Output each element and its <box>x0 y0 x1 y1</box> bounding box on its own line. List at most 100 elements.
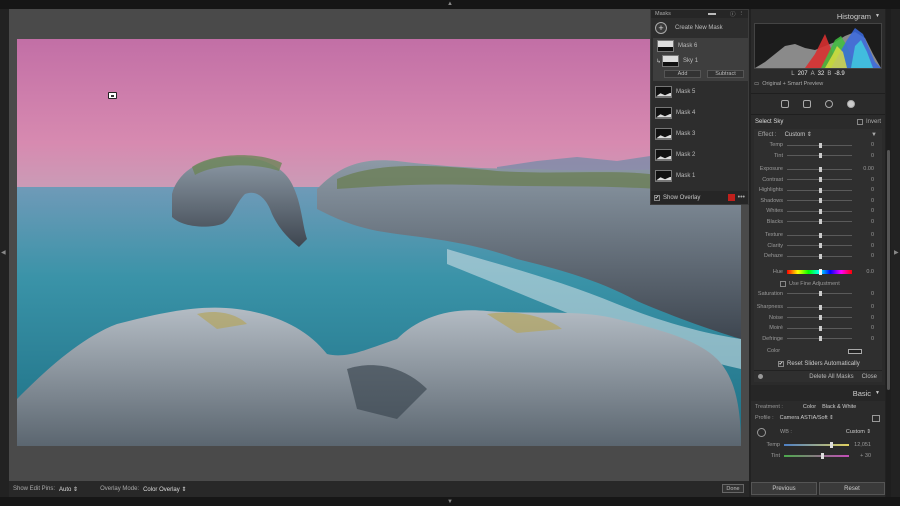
slider-value[interactable]: 0 <box>852 198 874 204</box>
slider-track[interactable] <box>787 304 852 310</box>
profile-browser-icon[interactable] <box>872 414 880 422</box>
color-swatch[interactable] <box>848 348 862 354</box>
photo-image[interactable] <box>17 39 741 446</box>
slider-track[interactable] <box>787 291 852 297</box>
mask-item-6[interactable]: Mask 6 <box>653 38 748 54</box>
collapse-icon[interactable] <box>707 13 716 15</box>
overlay-mode-dropdown[interactable]: Color Overlay ⇕ <box>143 486 186 493</box>
slider-track[interactable] <box>787 166 852 172</box>
slider-saturation[interactable]: Saturation 0 <box>754 289 882 300</box>
slider-shadows[interactable]: Shadows 0 <box>754 196 882 207</box>
slider-knob[interactable] <box>819 243 822 249</box>
slider-knob[interactable] <box>819 336 822 342</box>
slider-track[interactable] <box>787 325 852 331</box>
slider-defringe[interactable]: Defringe 0 <box>754 334 882 345</box>
fine-adjustment-checkbox[interactable] <box>780 280 786 287</box>
help-icon[interactable]: ⓘ <box>730 10 736 18</box>
slider-value[interactable]: 0 <box>852 243 874 249</box>
slider-value[interactable]: 0 <box>852 325 874 331</box>
slider-tint[interactable]: Tint 0 <box>754 151 882 162</box>
slider-track[interactable] <box>787 177 852 183</box>
create-new-mask-button[interactable]: + Create New Mask <box>651 18 748 38</box>
slider-track[interactable] <box>787 336 852 342</box>
slider-knob[interactable] <box>819 232 822 238</box>
histogram-header[interactable]: Histogram ▼ <box>751 9 885 23</box>
masks-panel-header[interactable]: Masks ⓘ ⋮ <box>651 10 748 18</box>
slider-knob[interactable] <box>819 153 822 159</box>
slider-track[interactable] <box>787 243 852 249</box>
slider-exposure[interactable]: Exposure 0.00 <box>754 164 882 175</box>
bottom-panel-arrow-icon[interactable]: ▼ <box>447 499 453 505</box>
slider-knob[interactable] <box>819 304 822 310</box>
delete-all-masks-button[interactable]: Delete All Masks <box>809 374 853 380</box>
filmstrip-strip[interactable]: ▼ <box>0 497 900 506</box>
slider-track[interactable] <box>787 153 852 159</box>
slider-value[interactable]: 0 <box>852 142 874 148</box>
wb-dropdown[interactable]: Custom ⇕ <box>846 429 871 435</box>
profile-dropdown[interactable]: Camera ASTIA/Soft ⇕ <box>780 415 834 421</box>
slider-knob[interactable] <box>819 208 822 214</box>
histogram-chart[interactable] <box>754 23 882 69</box>
slider-value[interactable]: 0 <box>852 208 874 214</box>
left-panel-arrow-icon[interactable]: ◀ <box>1 250 6 256</box>
slider-noise[interactable]: Noise 0 <box>754 313 882 324</box>
overlay-color-swatch[interactable] <box>727 194 735 201</box>
slider-track[interactable] <box>787 198 852 204</box>
slider-contrast[interactable]: Contrast 0 <box>754 175 882 186</box>
healing-brush-icon[interactable] <box>803 100 811 108</box>
treatment-bw-option[interactable]: Black & White <box>822 404 856 410</box>
slider-value[interactable]: 0 <box>852 304 874 310</box>
slider-knob[interactable] <box>819 177 822 183</box>
slider-track[interactable] <box>787 315 852 321</box>
top-panel-strip[interactable]: ▲ <box>0 0 900 9</box>
slider-value[interactable]: 0 <box>852 153 874 159</box>
slider-knob[interactable] <box>819 198 822 204</box>
right-panel-arrow-icon[interactable]: ▶ <box>894 250 899 256</box>
slider-track[interactable] <box>787 219 852 225</box>
mask-item-1[interactable]: Mask 1 <box>651 165 748 186</box>
slider-value[interactable]: 12,051 <box>849 442 871 448</box>
slider-track[interactable] <box>787 253 852 259</box>
slider-value[interactable]: 0 <box>852 315 874 321</box>
slider-knob[interactable] <box>819 291 822 297</box>
slider-temp[interactable]: Temp 0 <box>754 140 882 151</box>
hue-track[interactable] <box>787 268 852 275</box>
slider-value[interactable]: + 30 <box>849 453 871 459</box>
top-panel-arrow-icon[interactable]: ▲ <box>447 1 453 7</box>
treatment-color-option[interactable]: Color <box>803 404 816 410</box>
slider-knob[interactable] <box>819 325 822 331</box>
slider-track[interactable] <box>787 142 852 148</box>
slider-value[interactable]: 0.0 <box>852 269 874 275</box>
red-eye-icon[interactable] <box>825 100 833 108</box>
slider-highlights[interactable]: Highlights 0 <box>754 185 882 196</box>
slider-value[interactable]: 0 <box>852 232 874 238</box>
slider-value[interactable]: 0 <box>852 187 874 193</box>
mask-item-3[interactable]: Mask 3 <box>651 123 748 144</box>
slider-track[interactable] <box>787 187 852 193</box>
slider-value[interactable]: 0 <box>852 219 874 225</box>
reset-sliders-checkbox[interactable]: ✔ <box>778 361 784 367</box>
slider-knob[interactable] <box>830 442 833 449</box>
basic-slider-tint[interactable]: Tint + 30 <box>751 451 885 462</box>
slider-knob[interactable] <box>819 142 822 148</box>
effect-dropdown[interactable]: Custom ⇕ <box>785 131 812 138</box>
close-masks-button[interactable]: Close <box>862 374 877 380</box>
done-button[interactable]: Done <box>722 484 744 493</box>
crop-icon[interactable] <box>781 100 789 108</box>
slider-knob[interactable] <box>819 219 822 225</box>
more-icon[interactable]: ⋮ <box>739 11 745 17</box>
slider-value[interactable]: 0 <box>852 291 874 297</box>
basic-slider-temp[interactable]: Temp 12,051 <box>751 440 885 451</box>
slider-track[interactable] <box>784 442 849 449</box>
masking-icon[interactable] <box>847 100 855 108</box>
overlay-options-icon[interactable]: ••• <box>738 194 745 201</box>
slider-texture[interactable]: Texture 0 <box>754 230 882 241</box>
mask-item-5[interactable]: Mask 5 <box>651 81 748 102</box>
mask-item-2[interactable]: Mask 2 <box>651 144 748 165</box>
slider-knob[interactable] <box>819 268 822 275</box>
slider-blacks[interactable]: Blacks 0 <box>754 217 882 228</box>
previous-button[interactable]: Previous <box>751 482 817 495</box>
slider-value[interactable]: 0 <box>852 177 874 183</box>
add-button[interactable]: Add <box>664 70 701 78</box>
mask-options-icon[interactable] <box>758 374 763 379</box>
